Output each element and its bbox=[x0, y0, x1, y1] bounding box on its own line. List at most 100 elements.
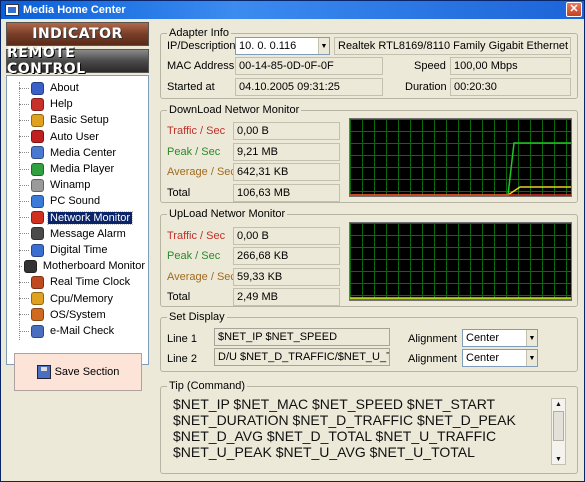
app-window: Media Home Center ✕ INDICATOR REMOTE CON… bbox=[0, 0, 585, 482]
tree-item[interactable]: Winamp bbox=[19, 177, 147, 193]
mac-address-value: 00-14-85-0D-0F-0F bbox=[239, 60, 334, 72]
tree-connector bbox=[19, 249, 29, 251]
person-icon bbox=[31, 81, 44, 95]
tree-item[interactable]: Digital Time bbox=[19, 242, 147, 258]
alignment-select-1-value: Center bbox=[466, 332, 500, 344]
tree-item-label: PC Sound bbox=[50, 195, 101, 208]
line2-label: Line 2 bbox=[167, 353, 197, 365]
started-at-value: 04.10.2005 09:31:25 bbox=[239, 81, 340, 93]
tree-item-label: Cpu/Memory bbox=[50, 292, 113, 305]
left-panel: INDICATOR REMOTE CONTROL About Help Basic … bbox=[2, 20, 154, 480]
tree-item[interactable]: PC Sound bbox=[19, 193, 147, 209]
tree-connector bbox=[19, 314, 29, 316]
scroll-thumb[interactable] bbox=[553, 411, 564, 441]
line2-field[interactable]: D/U $NET_D_TRAFFIC/$NET_U_TRAFFIC bbox=[214, 348, 390, 366]
scroll-up-icon[interactable]: ▲ bbox=[552, 399, 565, 409]
tree-connector bbox=[19, 281, 29, 283]
alignment-select-1[interactable]: Center ▼ bbox=[462, 329, 538, 347]
chevron-down-icon[interactable]: ▼ bbox=[526, 350, 537, 366]
close-button[interactable]: ✕ bbox=[566, 2, 582, 17]
alarm-icon bbox=[31, 227, 44, 241]
tree-connector bbox=[19, 119, 29, 121]
speed-label: Speed bbox=[414, 60, 446, 72]
tree-connector bbox=[19, 184, 29, 186]
upload-average-field: 59,33 KB bbox=[233, 268, 340, 286]
tip-legend: Tip (Command) bbox=[167, 380, 247, 392]
duration-value: 00:20:30 bbox=[454, 81, 497, 93]
tree-item-label: Basic Setup bbox=[50, 114, 109, 127]
tree-item-label: Media Center bbox=[50, 146, 117, 159]
upload-peak-label: Peak / Sec bbox=[167, 250, 221, 262]
upload-traffic-label: Traffic / Sec bbox=[167, 230, 226, 242]
tree-item[interactable]: About bbox=[19, 80, 147, 96]
tree-connector bbox=[19, 200, 29, 202]
tree-item-label: About bbox=[50, 82, 79, 94]
line1-value: $NET_IP $NET_SPEED bbox=[218, 331, 338, 343]
tree-item-label: Motherboard Monitor bbox=[42, 260, 145, 273]
upload-total-label: Total bbox=[167, 291, 191, 303]
motherboard-icon bbox=[23, 259, 37, 273]
tree-connector bbox=[19, 330, 29, 332]
upload-peak-field: 266,68 KB bbox=[233, 247, 340, 265]
ip-description-label: IP/Description bbox=[167, 40, 236, 52]
download-average-value: 642,31 KB bbox=[237, 166, 289, 178]
remote-control-logo-button[interactable]: REMOTE CONTROL bbox=[6, 45, 149, 77]
tree-item-label: Message Alarm bbox=[50, 227, 126, 240]
help-icon bbox=[31, 97, 44, 111]
clock-icon bbox=[31, 243, 44, 257]
upload-peak-value: 266,68 KB bbox=[237, 250, 289, 262]
tip-command-text: $NET_IP $NET_MAC $NET_SPEED $NET_START $… bbox=[167, 392, 571, 469]
tree-item[interactable]: Media Center bbox=[19, 145, 147, 161]
tree-item-label: Winamp bbox=[50, 179, 91, 192]
tree-item[interactable]: Basic Setup bbox=[19, 112, 147, 128]
line1-field[interactable]: $NET_IP $NET_SPEED bbox=[214, 328, 390, 346]
tree-item[interactable]: Help bbox=[19, 96, 147, 112]
upload-traffic-value: 0,00 B bbox=[237, 230, 269, 242]
save-section-button[interactable]: Save Section bbox=[14, 353, 142, 391]
tree-connector bbox=[19, 87, 29, 89]
winamp-icon bbox=[31, 178, 44, 192]
ip-select[interactable]: 10. 0. 0.116 ▼ bbox=[235, 37, 330, 55]
speed-field: 100,00 Mbps bbox=[450, 57, 571, 75]
tree-item[interactable]: Network Monitor bbox=[19, 210, 147, 226]
upload-traffic-field: 0,00 B bbox=[233, 227, 340, 245]
indicator-logo-button[interactable]: INDICATOR bbox=[6, 22, 149, 46]
title-bar[interactable]: Media Home Center ✕ bbox=[1, 1, 584, 19]
download-peak-label: Peak / Sec bbox=[167, 146, 221, 158]
tree-item[interactable]: Message Alarm bbox=[19, 226, 147, 242]
media-center-icon bbox=[31, 146, 44, 160]
download-peak-value: 9,21 MB bbox=[237, 146, 278, 158]
setup-icon bbox=[31, 113, 44, 127]
alignment-select-2[interactable]: Center ▼ bbox=[462, 349, 538, 367]
started-at-label: Started at bbox=[167, 81, 215, 93]
tree-connector bbox=[19, 152, 29, 154]
download-average-line bbox=[350, 186, 571, 196]
tree-item[interactable]: Media Player bbox=[19, 161, 147, 177]
tree-connector bbox=[19, 298, 29, 300]
tree-item-label: Media Player bbox=[50, 163, 115, 175]
tree-item[interactable]: Motherboard Monitor bbox=[19, 258, 147, 274]
tree-item-label: Digital Time bbox=[50, 244, 108, 256]
chevron-down-icon[interactable]: ▼ bbox=[526, 330, 537, 346]
upload-graph-svg bbox=[350, 297, 571, 300]
duration-field: 00:20:30 bbox=[450, 78, 571, 96]
tip-line: $NET_DURATION $NET_D_TRAFFIC $NET_D_PEAK bbox=[173, 412, 516, 428]
mac-address-label: MAC Address bbox=[167, 60, 235, 72]
tree-connector bbox=[19, 103, 29, 105]
adapter-description-value: Realtek RTL8169/8110 Family Gigabit Ethe… bbox=[338, 40, 571, 52]
tip-scrollbar[interactable]: ▲ ▼ bbox=[551, 398, 566, 465]
tree-item[interactable]: e-Mail Check bbox=[19, 323, 147, 339]
chevron-down-icon[interactable]: ▼ bbox=[318, 38, 329, 54]
tree-item[interactable]: Cpu/Memory bbox=[19, 291, 147, 307]
duration-label: Duration bbox=[405, 81, 447, 93]
email-icon bbox=[31, 324, 44, 338]
download-peak-field: 9,21 MB bbox=[233, 143, 340, 161]
tree-item[interactable]: Real Time Clock bbox=[19, 274, 147, 290]
tip-line: $NET_D_AVG $NET_D_TOTAL $NET_U_TRAFFIC bbox=[173, 428, 497, 444]
network-icon bbox=[31, 211, 44, 225]
tree-item[interactable]: Auto User bbox=[19, 129, 147, 145]
tree-item[interactable]: OS/System bbox=[19, 307, 147, 323]
window-title: Media Home Center bbox=[23, 4, 126, 16]
scroll-down-icon[interactable]: ▼ bbox=[552, 454, 565, 464]
alignment-select-2-value: Center bbox=[466, 352, 500, 364]
